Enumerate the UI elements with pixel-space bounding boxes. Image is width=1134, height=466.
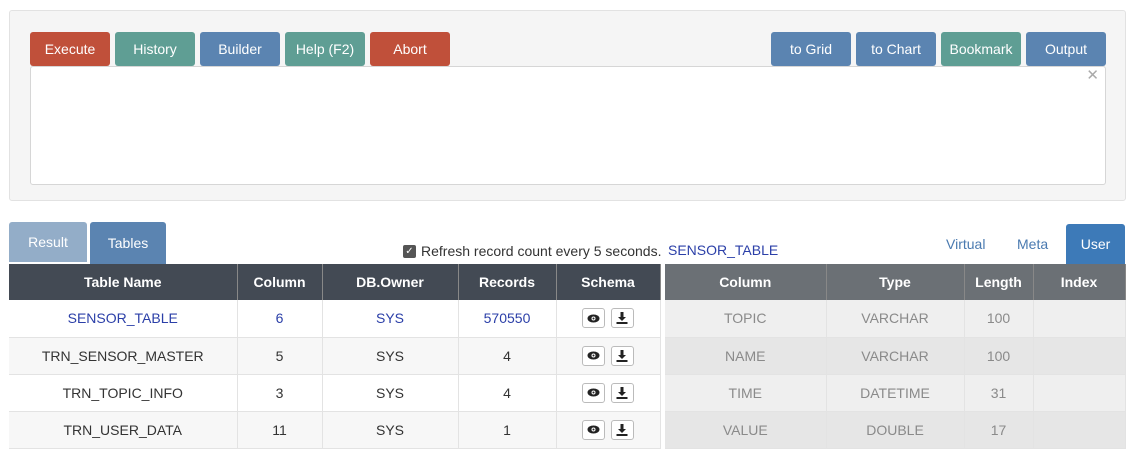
column-name-cell: VALUE xyxy=(665,411,827,449)
refresh-label: Refresh record count every 5 seconds. xyxy=(421,243,662,259)
execute-button[interactable]: Execute xyxy=(30,32,110,66)
column-count-cell: 3 xyxy=(237,374,323,412)
type-cell: VARCHAR xyxy=(826,337,965,375)
schema-cell xyxy=(556,337,661,375)
output-button[interactable]: Output xyxy=(1026,32,1106,66)
tab-meta[interactable]: Meta xyxy=(1017,236,1048,252)
eye-icon[interactable] xyxy=(582,382,606,403)
history-button[interactable]: History xyxy=(115,32,195,66)
column-count-cell: 11 xyxy=(237,411,323,449)
refresh-checkbox[interactable]: ✓ xyxy=(403,244,416,258)
table-row[interactable]: TRN_TOPIC_INFO 3 SYS 4 xyxy=(9,374,661,412)
index-cell xyxy=(1033,337,1126,375)
table-name-cell[interactable]: SENSOR_TABLE xyxy=(9,300,238,338)
header-index: Index xyxy=(1033,264,1126,300)
schema-cell xyxy=(556,300,661,338)
schema-cell xyxy=(556,374,661,412)
length-cell: 100 xyxy=(964,300,1034,338)
type-cell: DATETIME xyxy=(826,374,965,412)
column-name-cell: NAME xyxy=(665,337,827,375)
schema-cell xyxy=(556,411,661,449)
eye-icon[interactable] xyxy=(582,345,606,366)
header-db-owner[interactable]: DB.Owner xyxy=(322,264,459,300)
owner-cell: SYS xyxy=(322,337,459,375)
download-icon[interactable] xyxy=(610,308,634,329)
table-name-cell[interactable]: TRN_TOPIC_INFO xyxy=(9,374,238,412)
owner-cell: SYS xyxy=(322,411,459,449)
table-row[interactable]: TRN_USER_DATA 11 SYS 1 xyxy=(9,411,661,449)
tab-user[interactable]: User xyxy=(1066,224,1125,264)
header-table-name[interactable]: Table Name xyxy=(9,264,238,300)
column-count-cell: 6 xyxy=(237,300,323,338)
records-cell: 4 xyxy=(458,374,557,412)
table-row: NAME VARCHAR 100 xyxy=(665,337,1126,375)
header-column-name: Column xyxy=(665,264,827,300)
owner-cell: SYS xyxy=(322,374,459,412)
table-row[interactable]: TRN_SENSOR_MASTER 5 SYS 4 xyxy=(9,337,661,375)
table-row: TOPIC VARCHAR 100 xyxy=(665,300,1126,338)
table-row: VALUE DOUBLE 17 xyxy=(665,411,1126,449)
help-button[interactable]: Help (F2) xyxy=(285,32,365,66)
length-cell: 100 xyxy=(964,337,1034,375)
eye-icon[interactable] xyxy=(582,419,606,440)
header-schema: Schema xyxy=(556,264,661,300)
to-grid-button[interactable]: to Grid xyxy=(771,32,851,66)
query-panel: Execute History Builder Help (F2) Abort … xyxy=(9,10,1126,201)
records-cell: 4 xyxy=(458,337,557,375)
records-cell: 570550 xyxy=(458,300,557,338)
table-row[interactable]: SENSOR_TABLE 6 SYS 570550 xyxy=(9,300,661,338)
column-name-cell: TIME xyxy=(665,374,827,412)
header-length: Length xyxy=(964,264,1034,300)
type-cell: VARCHAR xyxy=(826,300,965,338)
columns-grid: Column Type Length Index TOPIC VARCHAR 1… xyxy=(665,264,1126,449)
length-cell: 31 xyxy=(964,374,1034,412)
tab-virtual[interactable]: Virtual xyxy=(946,236,985,252)
header-type: Type xyxy=(826,264,965,300)
table-name-cell[interactable]: TRN_USER_DATA xyxy=(9,411,238,449)
index-cell xyxy=(1033,300,1126,338)
selected-table-name: SENSOR_TABLE xyxy=(668,242,779,258)
owner-cell: SYS xyxy=(322,300,459,338)
refresh-option[interactable]: ✓ Refresh record count every 5 seconds. xyxy=(403,242,661,260)
table-name-cell[interactable]: TRN_SENSOR_MASTER xyxy=(9,337,238,375)
query-editor[interactable]: ✕ xyxy=(30,66,1106,185)
download-icon[interactable] xyxy=(610,382,634,403)
bookmark-button[interactable]: Bookmark xyxy=(941,32,1021,66)
eye-icon[interactable] xyxy=(582,308,606,329)
index-cell xyxy=(1033,411,1126,449)
header-records[interactable]: Records xyxy=(458,264,557,300)
type-cell: DOUBLE xyxy=(826,411,965,449)
tables-grid: Table Name Column DB.Owner Records Schem… xyxy=(9,264,661,449)
records-cell: 1 xyxy=(458,411,557,449)
length-cell: 17 xyxy=(964,411,1034,449)
index-cell xyxy=(1033,374,1126,412)
table-row: TIME DATETIME 31 xyxy=(665,374,1126,412)
header-column[interactable]: Column xyxy=(237,264,323,300)
column-count-cell: 5 xyxy=(237,337,323,375)
close-icon[interactable]: ✕ xyxy=(1086,67,1099,83)
tab-tables[interactable]: Tables xyxy=(90,222,166,264)
abort-button[interactable]: Abort xyxy=(370,32,450,66)
download-icon[interactable] xyxy=(610,419,634,440)
column-name-cell: TOPIC xyxy=(665,300,827,338)
builder-button[interactable]: Builder xyxy=(200,32,280,66)
to-chart-button[interactable]: to Chart xyxy=(856,32,936,66)
download-icon[interactable] xyxy=(610,345,634,366)
tab-result[interactable]: Result xyxy=(9,222,87,262)
